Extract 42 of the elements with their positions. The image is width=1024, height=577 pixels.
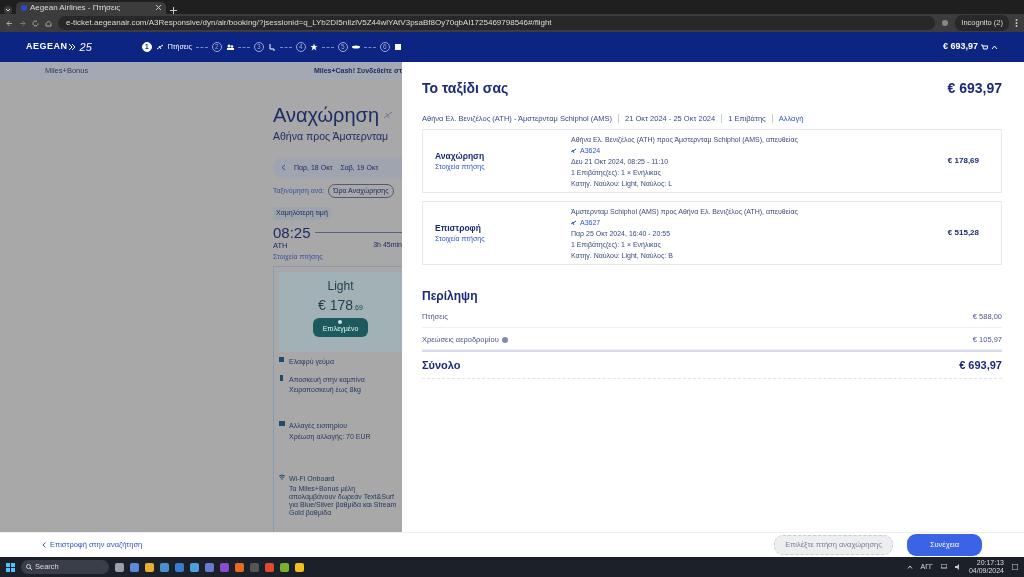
search-icon: [26, 564, 32, 570]
site-icon: [21, 5, 27, 11]
anniversary-logo: 25: [79, 39, 92, 55]
chevron-left-icon[interactable]: [281, 164, 286, 172]
fare-name: Light: [327, 278, 354, 295]
route-subtitle: Αθήνα προς Άμστερνταμ: [273, 129, 390, 144]
cart-icon[interactable]: [981, 43, 988, 51]
url-text: e-ticket.aegeanair.com/A3Responsive/dyn/air/booking/?jsessionid=q_LYb2DI5nIlzlV5Z44wlYAtV3psaBf8Oy70qbAl1725469798546#/flight: [66, 17, 552, 29]
info-icon[interactable]: [501, 336, 508, 343]
flight-direction: Αναχώρηση: [435, 149, 486, 163]
page-heading: Αναχώρηση: [273, 105, 380, 125]
departure-time: 08:25: [273, 225, 311, 241]
flight-direction: Επιστροφή: [435, 221, 482, 235]
forward-icon[interactable]: [19, 19, 26, 27]
browser-tab[interactable]: Aegean Airlines - Πτήσεις: [16, 2, 166, 14]
trip-total: € 693,97: [947, 79, 1002, 98]
panel-title: Το ταξίδι σας: [422, 79, 509, 98]
volume-icon[interactable]: [954, 564, 961, 570]
tab-title: Aegean Airlines - Πτήσεις: [30, 2, 121, 14]
header-total: € 693,97: [942, 40, 978, 54]
chevron-up-icon[interactable]: [906, 565, 913, 569]
summary-heading: Περίληψη: [422, 288, 479, 306]
back-icon[interactable]: [6, 19, 13, 27]
menu-icon[interactable]: [1015, 19, 1018, 27]
address-bar[interactable]: e-ticket.aegeanair.com/A3Responsive/dyn/air/booking/?jsessionid=q_LYb2DI5nIlzlV5Z44wlYAtV3psaBf8Oy70qbAl1725469798546#/flight: [58, 16, 936, 30]
flight-price: € 178,69: [947, 155, 980, 168]
reload-icon[interactable]: [32, 19, 39, 27]
chevron-logo-icon: [67, 43, 76, 51]
start-icon[interactable]: [6, 562, 15, 572]
home-icon[interactable]: [45, 19, 52, 27]
star-icon: [309, 43, 318, 51]
logo-text[interactable]: AEGEAN: [26, 40, 68, 54]
chevron-left-icon: [42, 542, 46, 548]
close-icon[interactable]: [156, 5, 161, 11]
total-label: Σύνολο: [422, 357, 461, 373]
tab-list-icon[interactable]: [4, 6, 12, 14]
flight-price: € 515,28: [947, 227, 980, 240]
passengers-icon: [225, 43, 234, 51]
total-value: € 693,97: [959, 357, 1002, 373]
wifi-icon: [279, 473, 285, 480]
new-tab-icon[interactable]: [170, 7, 177, 14]
seat-icon: [267, 43, 276, 51]
